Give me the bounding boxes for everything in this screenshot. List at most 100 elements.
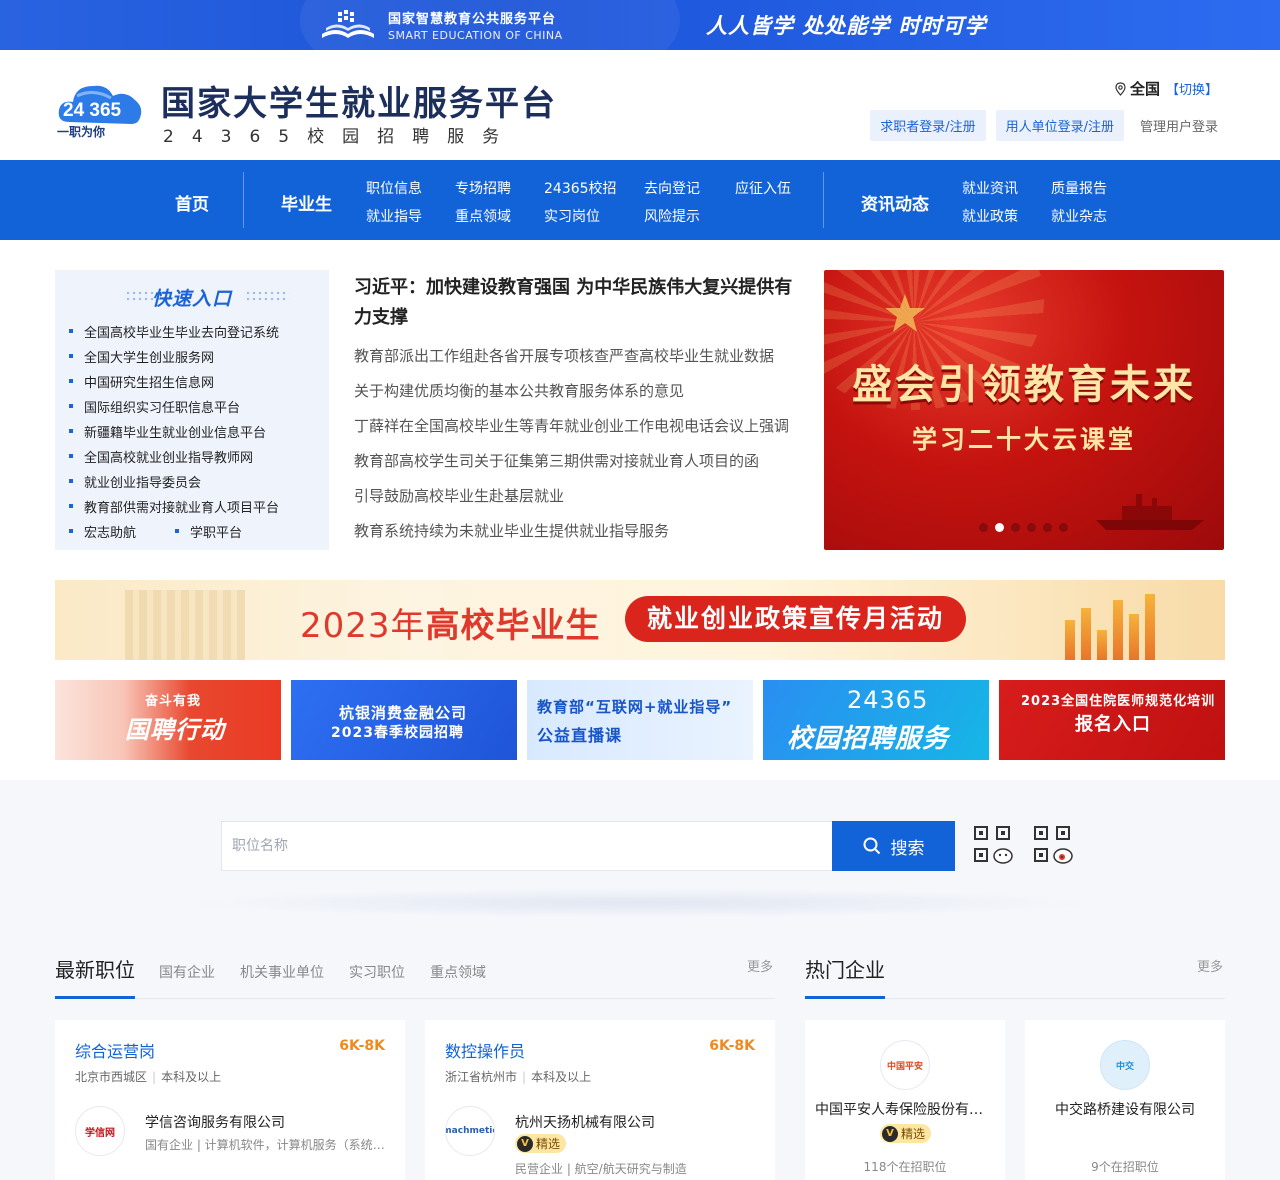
news-item[interactable]: 关于构建优质均衡的基本公共教育服务体系的意见 xyxy=(354,380,794,403)
nav-link-key-areas[interactable]: 重点领域 xyxy=(455,206,511,226)
job-card[interactable]: 综合运营岗 6K-8K 北京市西城区 | 本科及以上 学信网 学信咨询服务有限公司 … xyxy=(55,1020,405,1180)
admin-login-link[interactable]: 管理用户登录 xyxy=(1134,110,1218,141)
location-selector[interactable]: 全国 【切换】 xyxy=(1115,78,1218,99)
ad-guopin[interactable]: 奋斗有我 国聘行动 xyxy=(55,680,281,760)
job-search-input[interactable] xyxy=(222,822,832,870)
news-headline[interactable]: 习近平：加快建设教育强国 为中华民族伟大复兴提供有力支撑 xyxy=(354,273,794,333)
carousel-dot[interactable] xyxy=(1027,523,1036,532)
site-subtitle: 24365校园招聘服务 xyxy=(163,127,518,147)
enterprise-logo: 中交 xyxy=(1100,1040,1150,1090)
news-item[interactable]: 教育部派出工作组赴各省开展专项核查严查高校毕业生就业数据 xyxy=(354,345,794,368)
ad-row: 奋斗有我 国聘行动 杭银消费金融公司 2023春季校园招聘 教育部“互联网+就业… xyxy=(55,680,1225,760)
ad-hangyin[interactable]: 杭银消费金融公司 2023春季校园招聘 xyxy=(291,680,517,760)
seeker-login-button[interactable]: 求职者登录/注册 xyxy=(870,110,986,141)
nav-link-internships[interactable]: 实习岗位 xyxy=(544,206,600,226)
nav-link-employment-news[interactable]: 就业资讯 xyxy=(962,178,1018,198)
ad-24365[interactable]: 24365 校园招聘服务 xyxy=(763,680,989,760)
location-pin-icon xyxy=(1115,81,1126,96)
quick-link[interactable]: 就业创业指导委员会 xyxy=(69,472,279,497)
tab-institutions[interactable]: 机关事业单位 xyxy=(240,962,324,982)
nav-link-guidance[interactable]: 就业指导 xyxy=(366,206,422,226)
tab-key-areas[interactable]: 重点领域 xyxy=(430,962,486,982)
carousel-dot[interactable] xyxy=(1011,523,1020,532)
weibo-qr-icon[interactable] xyxy=(1033,825,1073,865)
job-card[interactable]: 数控操作员 6K-8K 浙江省杭州市 | 本科及以上 machmetic 杭州天扬机… xyxy=(425,1020,775,1180)
location-switch-link[interactable]: 【切换】 xyxy=(1166,79,1218,98)
nav-link-jobs[interactable]: 职位信息 xyxy=(366,178,422,198)
tab-state-owned[interactable]: 国有企业 xyxy=(159,962,215,982)
job-education: 本科及以上 xyxy=(161,1070,222,1084)
job-salary: 6K-8K xyxy=(339,1038,385,1054)
nav-link-enlist[interactable]: 应征入伍 xyxy=(735,178,791,198)
enterprise-name[interactable]: 中国平安人寿保险股份有限公司 xyxy=(815,1099,995,1119)
carousel-dot[interactable] xyxy=(979,523,988,532)
company-info: 民营企业 | 航空/航天研究与制造 xyxy=(515,1162,687,1176)
carousel-dot[interactable] xyxy=(1043,523,1052,532)
enterprise-card[interactable]: 中国平安 中国平安人寿保险股份有限公司 V 精选 118个在招职位 xyxy=(805,1020,1005,1180)
svg-text:一职为你: 一职为你 xyxy=(57,124,105,138)
nav-link-24365[interactable]: 24365校招 xyxy=(544,178,617,198)
location-value: 全国 xyxy=(1129,80,1160,98)
enterprise-name[interactable]: 中交路桥建设有限公司 xyxy=(1035,1099,1215,1119)
enterprise-card[interactable]: 中交 中交路桥建设有限公司 9个在招职位 xyxy=(1025,1020,1225,1180)
quick-link[interactable]: 全国高校毕业生毕业去向登记系统 xyxy=(69,322,279,347)
quick-entry-panel: 快速入口 全国高校毕业生毕业去向登记系统 全国大学生创业服务网 中国研究生招生信… xyxy=(55,270,329,550)
nav-link-quality-report[interactable]: 质量报告 xyxy=(1051,178,1107,198)
nav-link-special-fairs[interactable]: 专场招聘 xyxy=(455,178,511,198)
nav-graduate[interactable]: 毕业生 xyxy=(281,190,332,215)
news-list: 习近平：加快建设教育强国 为中华民族伟大复兴提供有力支撑 教育部派出工作组赴各省… xyxy=(354,273,794,543)
platform-name-cn: 国家智慧教育公共服务平台 xyxy=(388,12,557,27)
nav-home[interactable]: 首页 xyxy=(175,190,209,215)
nav-link-policy[interactable]: 就业政策 xyxy=(962,206,1018,226)
red-boat-icon xyxy=(1096,494,1204,530)
carousel-dot[interactable] xyxy=(995,523,1004,532)
quick-link[interactable]: 教育部供需对接就业育人项目平台 xyxy=(69,497,279,522)
company-name[interactable]: 杭州天扬机械有限公司 xyxy=(515,1112,655,1132)
tab-internships[interactable]: 实习职位 xyxy=(349,962,405,982)
job-salary: 6K-8K xyxy=(709,1038,755,1054)
quick-link[interactable]: 中国研究生招生信息网 xyxy=(69,372,279,397)
employer-login-button[interactable]: 用人单位登录/注册 xyxy=(995,110,1124,141)
company-info: 国有企业 | 计算机软件，计算机服务（系统、数据服务、维修） xyxy=(145,1138,385,1152)
news-item[interactable]: 丁薛祥在全国高校毕业生等青年就业创业工作电视电话会议上强调 xyxy=(354,415,794,438)
company-name[interactable]: 学信咨询服务有限公司 xyxy=(145,1112,285,1132)
policy-month-banner[interactable]: 2023年高校毕业生 就业创业政策宣传月活动 xyxy=(55,580,1225,660)
jobs-more-link[interactable]: 更多 xyxy=(747,956,773,975)
search-button[interactable]: 搜索 xyxy=(832,821,955,871)
24365-cloud-logo[interactable]: 24 365 一职为你 xyxy=(55,76,145,138)
search-icon xyxy=(863,837,880,855)
news-item[interactable]: 教育系统持续为未就业毕业生提供就业指导服务 xyxy=(354,520,794,543)
nav-news[interactable]: 资讯动态 xyxy=(861,190,929,215)
nav-link-magazine[interactable]: 就业杂志 xyxy=(1051,206,1107,226)
news-item[interactable]: 引导鼓励高校毕业生赴基层就业 xyxy=(354,485,794,508)
wechat-qr-icon[interactable] xyxy=(973,825,1013,865)
quick-link[interactable]: 国际组织实习任职信息平台 xyxy=(69,397,279,422)
policy-who: 高校毕业生 xyxy=(425,606,601,646)
quick-link[interactable]: 新疆籍毕业生就业创业信息平台 xyxy=(69,422,279,447)
news-item[interactable]: 教育部高校学生司关于征集第三期供需对接就业育人项目的函 xyxy=(354,450,794,473)
nav-link-destination[interactable]: 去向登记 xyxy=(644,178,700,198)
enterprise-logo: 中国平安 xyxy=(880,1040,930,1090)
top-slogan: 人人皆学 处处能学 时时可学 xyxy=(706,14,987,38)
nav-link-risk-alerts[interactable]: 风险提示 xyxy=(644,206,700,226)
ad-livestream[interactable]: 教育部“互联网+就业指导” 公益直播课 xyxy=(527,680,753,760)
enterprises-more-link[interactable]: 更多 xyxy=(1197,956,1223,975)
banner-subtitle: 学习二十大云课堂 xyxy=(911,425,1136,454)
quick-link[interactable]: 学职平台 xyxy=(175,522,242,547)
job-title[interactable]: 数控操作员 xyxy=(445,1038,525,1062)
job-search-box xyxy=(221,821,833,871)
platform-name-en: SMART EDUCATION OF CHINA xyxy=(388,29,563,42)
quick-link[interactable]: 全国高校就业创业指导教师网 xyxy=(69,447,279,472)
carousel-dots[interactable] xyxy=(979,523,1068,532)
star-emblem-icon xyxy=(885,294,925,332)
latest-jobs-title[interactable]: 最新职位 xyxy=(55,954,135,983)
featured-badge: V 精选 xyxy=(515,1134,567,1153)
carousel-dot[interactable] xyxy=(1059,523,1068,532)
smart-education-logo[interactable]: 国家智慧教育公共服务平台 SMART EDUCATION OF CHINA xyxy=(318,8,563,42)
quick-link[interactable]: 全国大学生创业服务网 xyxy=(69,347,279,372)
job-title[interactable]: 综合运营岗 xyxy=(75,1038,155,1062)
hot-enterprises-title[interactable]: 热门企业 xyxy=(805,954,885,983)
quick-link[interactable]: 宏志助航 xyxy=(69,522,175,547)
ad-residency-training[interactable]: 2023全国住院医师规范化培训 报名入口 xyxy=(999,680,1225,760)
carousel-banner[interactable]: 盛会引领教育未来 学习二十大云课堂 xyxy=(824,270,1224,550)
